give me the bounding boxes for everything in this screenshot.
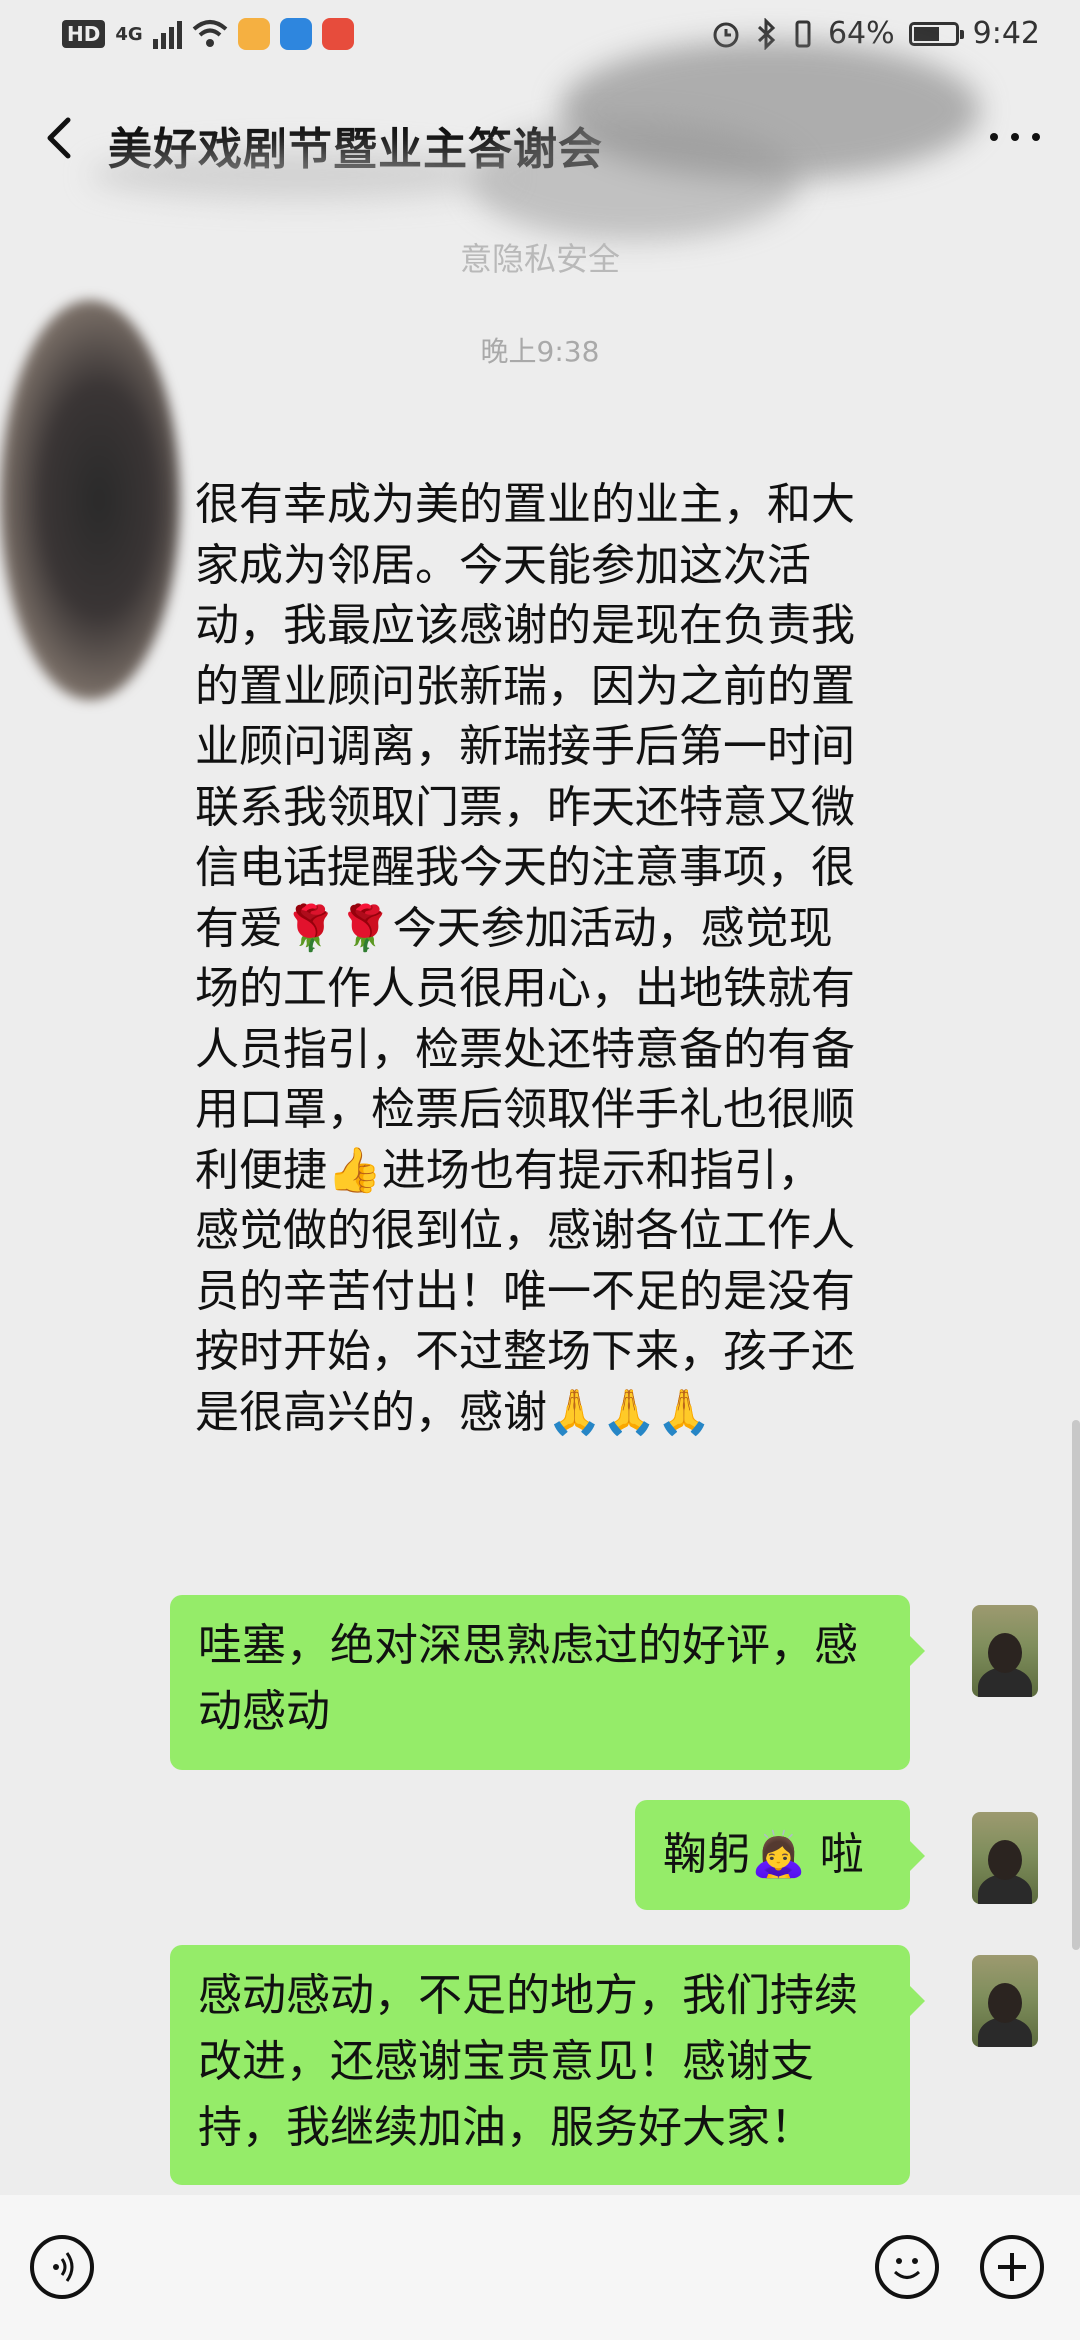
sent-message-line: 持，我继续加油，服务好大家！ <box>198 2102 814 2153</box>
system-notice: 意隐私安全 <box>60 190 1020 282</box>
received-message-line: 感觉做的很到位，感谢各位工作人 <box>195 1205 855 1256</box>
user-avatar[interactable] <box>972 1955 1038 2047</box>
scrollbar[interactable] <box>1072 1420 1080 1950</box>
network-type: 4G <box>115 23 143 45</box>
battery-icon <box>908 21 964 46</box>
wifi-icon <box>192 20 227 47</box>
signal-icon <box>152 19 182 49</box>
sender-avatar[interactable] <box>0 300 180 700</box>
voice-icon[interactable] <box>30 2235 94 2299</box>
sent-message-text: 鞠躬🙇‍♀️ 啦 <box>663 1829 864 1880</box>
received-message-line: 按时开始，不过整场下来，孩子还 <box>195 1326 855 1377</box>
app-notification-icon <box>237 18 270 50</box>
received-message-line: 家成为邻居。今天能参加这次活 <box>195 539 811 591</box>
sent-message-bubble[interactable]: 鞠躬🙇‍♀️ 啦 <box>635 1800 925 1910</box>
hd-badge: HD <box>62 20 106 48</box>
received-message-line: 是很高兴的，感谢🙏🙏🙏 <box>195 1386 712 1438</box>
app-notification-icon <box>279 18 312 50</box>
received-message: 很有幸成为美的置业的业主，和大 家成为邻居。今天能参加这次活 动，我最应该感谢的是现… <box>195 475 895 1443</box>
sent-message-line: 哇塞，绝对深思熟虑过的好评，感 <box>198 1620 858 1671</box>
input-bar <box>0 2195 1080 2340</box>
app-notification-icon <box>321 18 354 50</box>
received-message-line: 有爱🌹🌹今天参加活动，感觉现 <box>195 902 833 954</box>
sent-message-bubble[interactable]: 哇塞，绝对深思熟虑过的好评，感 动感动 <box>170 1595 925 1770</box>
sent-message-bubble[interactable]: 感动感动，不足的地方，我们持续 改进，还感谢宝贵意见！感谢支 持，我继续加油，服务好… <box>170 1945 925 2185</box>
sent-message-line: 感动感动，不足的地方，我们持续 <box>198 1970 858 2021</box>
sent-message-line: 动感动 <box>198 1686 330 1737</box>
received-message-line: 员的辛苦付出！唯一不足的是没有 <box>195 1265 855 1317</box>
received-message-line: 信电话提醒我今天的注意事项，很 <box>195 842 855 893</box>
received-message-line: 联系我领取门票，昨天还特意又微 <box>195 781 855 833</box>
clock: 9:42 <box>972 16 1040 51</box>
plus-icon[interactable] <box>980 2235 1044 2299</box>
system-notice-text: 意隐私安全 <box>459 240 620 278</box>
sent-message-line: 改进，还感谢宝贵意见！感谢支 <box>198 2036 814 2087</box>
emoji-icon[interactable] <box>875 2235 939 2299</box>
received-message-line: 动，我最应该感谢的是现在负责我 <box>195 600 855 651</box>
message-timestamp: 晚上9:38 <box>480 335 600 368</box>
received-message-line: 很有幸成为美的置业的业主，和大 <box>195 479 855 530</box>
user-avatar[interactable] <box>972 1605 1038 1697</box>
received-message-line: 的置业顾问张新瑞，因为之前的置 <box>195 660 855 712</box>
received-message-line: 人员指引，检票处还特意备的有备 <box>195 1023 855 1075</box>
more-dots-icon[interactable] <box>980 106 1050 166</box>
received-message-line: 场的工作人员很用心，出地铁就有 <box>195 963 855 1014</box>
status-left: HD 4G <box>62 18 354 50</box>
received-message-line: 业顾问调离，新瑞接手后第一时间 <box>195 721 855 772</box>
user-avatar[interactable] <box>972 1812 1038 1904</box>
received-message-line: 利便捷👍进场也有提示和指引， <box>195 1144 822 1196</box>
chevron-left-icon[interactable] <box>30 108 90 168</box>
received-message-line: 用口罩，检票后领取伴手礼也很顺 <box>195 1084 855 1135</box>
